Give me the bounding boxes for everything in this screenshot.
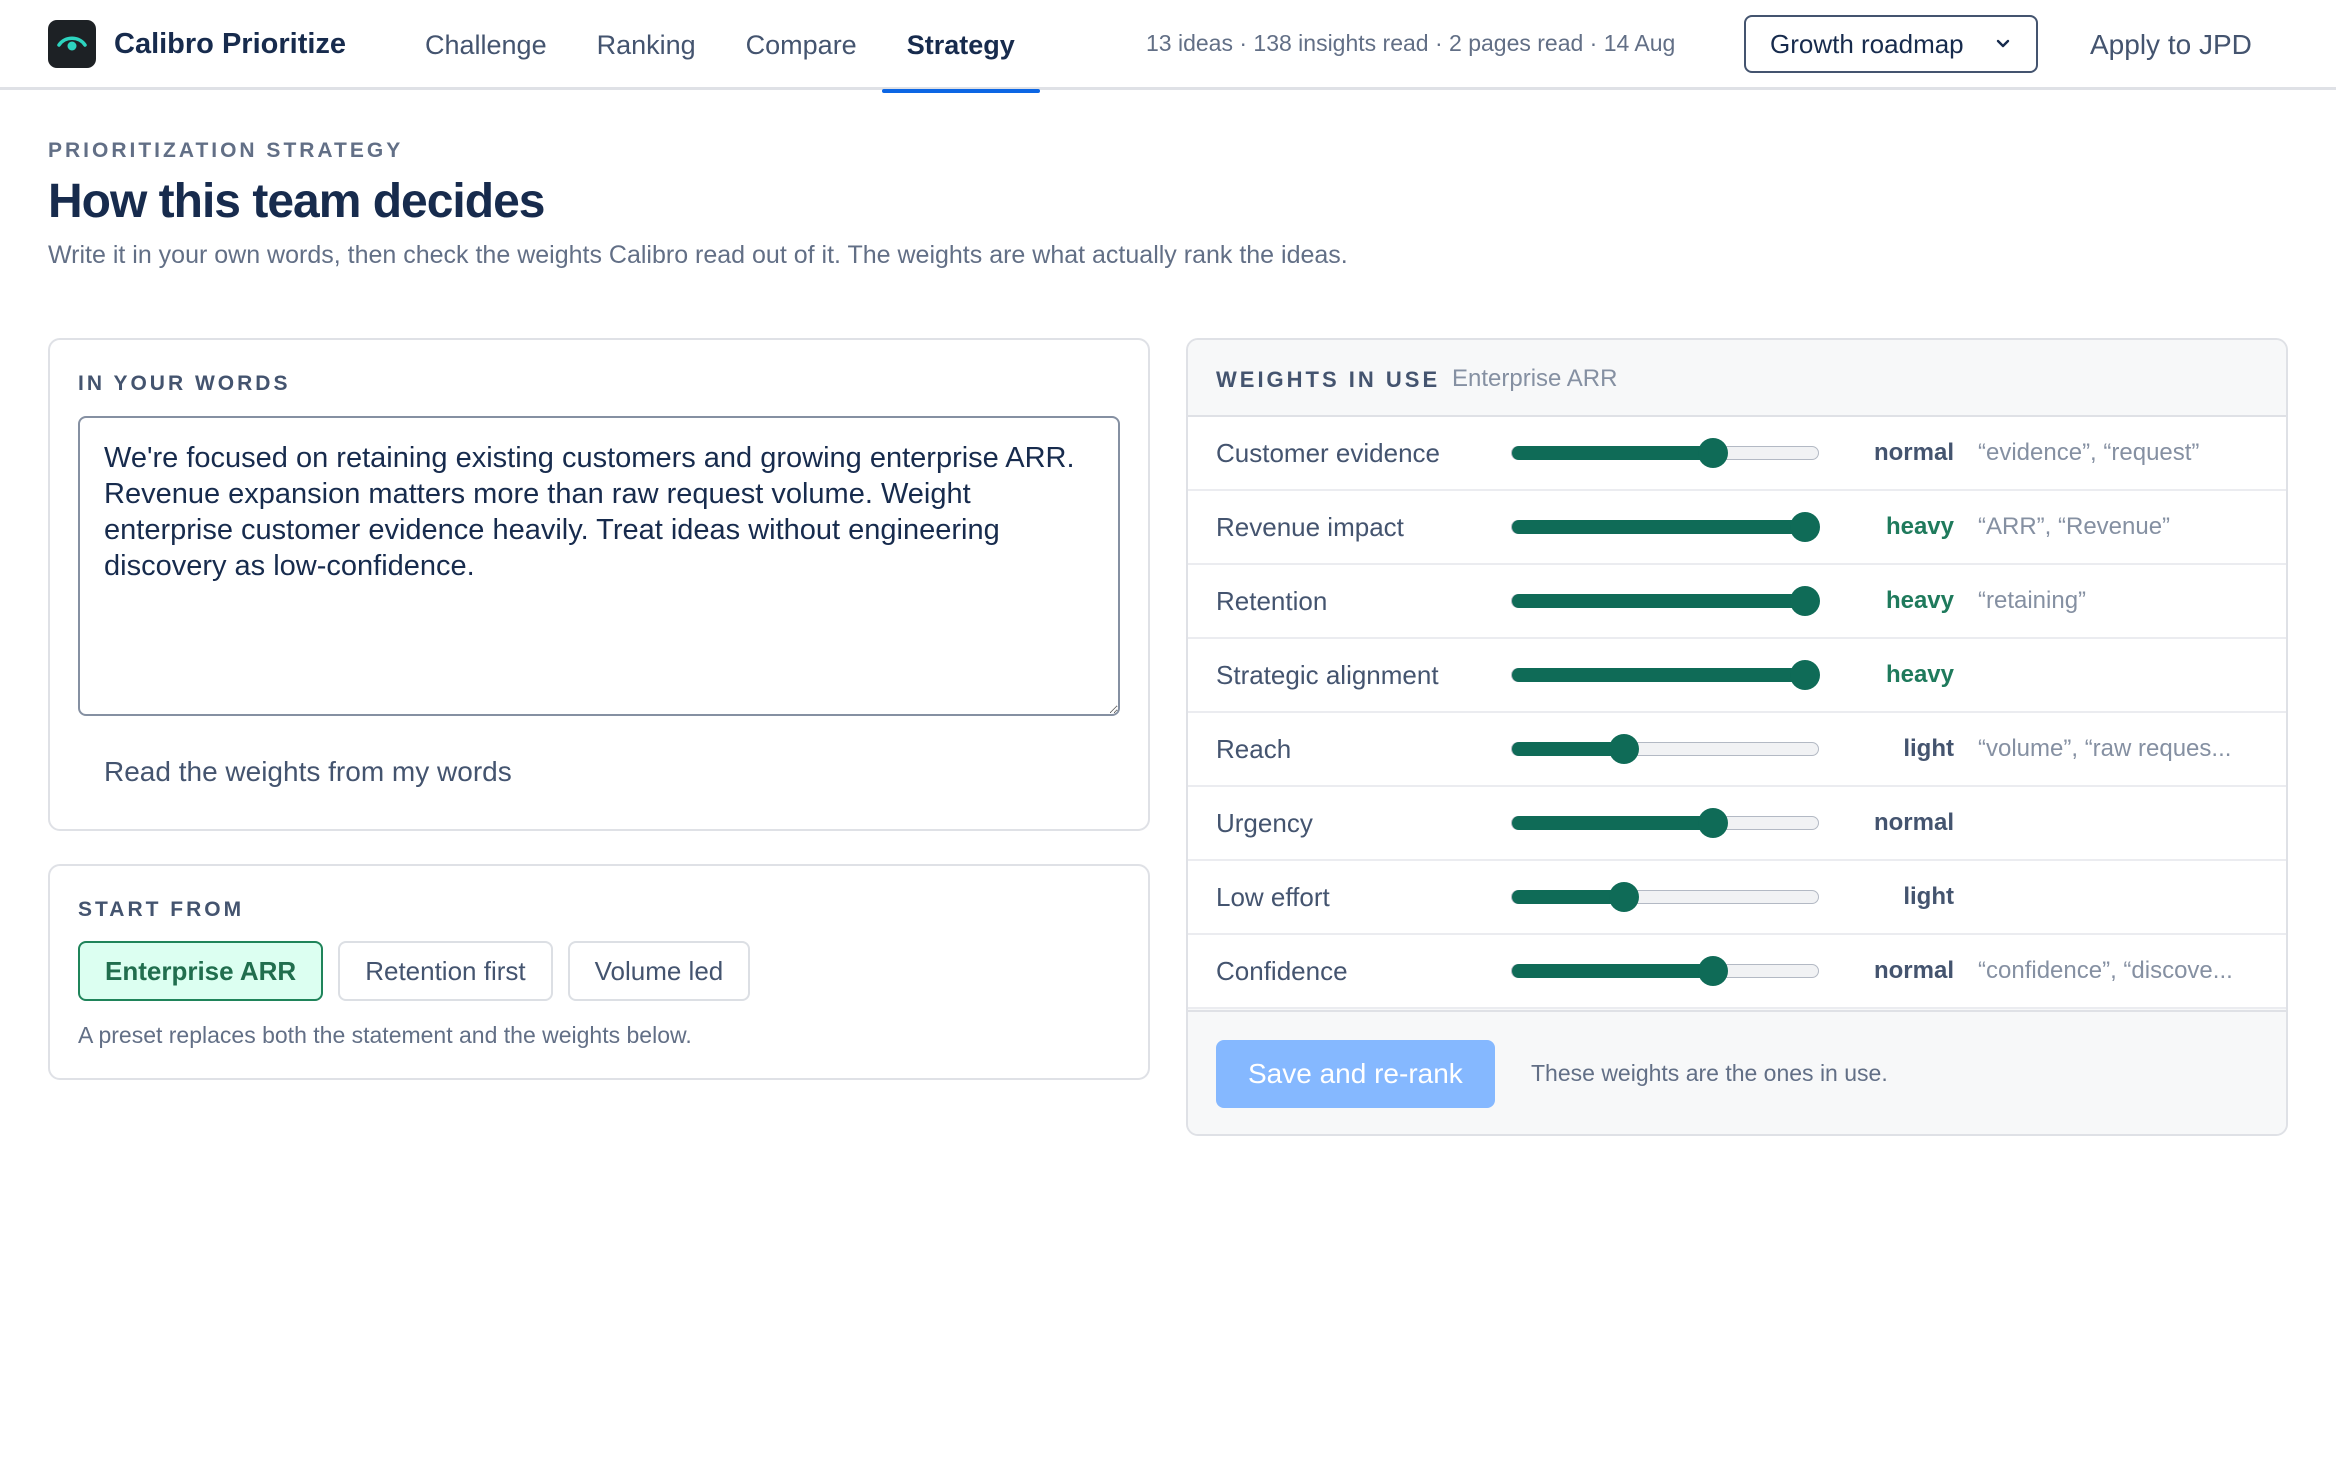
slider-fill (1512, 742, 1625, 756)
preset-enterprise-arr[interactable]: Enterprise ARR (78, 941, 324, 1001)
slider-thumb[interactable] (1609, 882, 1640, 912)
weight-level: normal (1873, 439, 1954, 466)
tab-ranking[interactable]: Ranking (572, 0, 721, 90)
weight-slider[interactable] (1511, 438, 1819, 468)
weight-row-strategic-alignment: Strategic alignment heavy (1188, 639, 2286, 713)
slider-fill (1512, 964, 1714, 978)
weight-slider[interactable] (1511, 734, 1819, 764)
tab-challenge[interactable]: Challenge (400, 0, 572, 90)
weight-name: Urgency (1216, 807, 1313, 838)
weight-keywords: “ARR”, “Revenue” (1978, 513, 2171, 540)
weight-name: Revenue impact (1216, 511, 1404, 542)
weight-level: heavy (1885, 587, 1954, 614)
weights-preset-name: Enterprise ARR (1452, 365, 1618, 392)
weight-slider[interactable] (1511, 808, 1819, 838)
weight-keywords: “evidence”, “request” (1978, 439, 2200, 466)
weight-slider[interactable] (1511, 956, 1819, 986)
slider-thumb[interactable] (1698, 808, 1729, 838)
weight-row-urgency: Urgency normal (1188, 787, 2286, 861)
slider-thumb[interactable] (1790, 586, 1820, 616)
weight-name: Reach (1216, 733, 1292, 764)
weight-keywords (1978, 861, 2268, 933)
weight-row-revenue-impact: Revenue impact heavy “ARR”, “Revenue” (1188, 491, 2286, 565)
weights-label: WEIGHTS IN USE (1216, 367, 1441, 392)
tab-compare[interactable]: Compare (721, 0, 882, 90)
weight-keywords: “retaining” (1978, 587, 2087, 614)
weight-level: light (1903, 735, 1954, 762)
weight-slider[interactable] (1511, 586, 1820, 616)
weight-slider[interactable] (1511, 660, 1820, 690)
slider-fill (1512, 594, 1805, 608)
slider-thumb[interactable] (1698, 438, 1729, 468)
weight-name: Low effort (1216, 881, 1330, 912)
preset-retention-first[interactable]: Retention first (338, 941, 553, 1001)
summary-stats: 13 ideas · 138 insights read · 2 pages r… (1146, 30, 1676, 56)
weight-keywords (1978, 639, 2268, 711)
in-your-words-label: IN YOUR WORDS (78, 372, 291, 395)
weight-slider[interactable] (1511, 512, 1820, 542)
brand-name: Calibro Prioritize (114, 27, 347, 60)
save-and-rerank-button[interactable]: Save and re-rank (1216, 1040, 1495, 1108)
start-from-card: START FROM Enterprise ARR Retention firs… (48, 864, 1150, 1080)
weight-level: normal (1873, 957, 1954, 984)
weight-level: light (1903, 883, 1954, 910)
weight-row-low-effort: Low effort light (1188, 861, 2286, 935)
weight-level: normal (1873, 809, 1954, 836)
weight-level: heavy (1885, 661, 1954, 688)
top-bar: Calibro Prioritize Challenge Ranking Com… (0, 0, 2336, 93)
slider-fill (1512, 520, 1805, 534)
preset-group: Enterprise ARR Retention first Volume le… (78, 941, 765, 1001)
weights-list: Customer evidence normal “evidence”, “re… (1188, 417, 2286, 1009)
weights-footer: Save and re-rank These weights are the o… (1188, 1010, 2286, 1134)
strategy-statement-input[interactable]: We're focused on retaining existing cust… (78, 416, 1120, 716)
tab-strategy[interactable]: Strategy (881, 0, 1040, 93)
weight-row-confidence: Confidence normal “confidence”, “discove… (1188, 935, 2286, 1009)
roadmap-select-value: Growth roadmap (1770, 28, 1964, 59)
preset-note: A preset replaces both the statement and… (78, 1022, 692, 1048)
roadmap-select[interactable]: Growth roadmap (1744, 15, 2038, 73)
weight-row-reach: Reach light “volume”, “raw reques... (1188, 713, 2286, 787)
read-weights-button[interactable]: Read the weights from my words (78, 740, 538, 804)
weight-name: Customer evidence (1216, 437, 1440, 468)
page-description: Write it in your own words, then check t… (48, 241, 1348, 269)
brand[interactable]: Calibro Prioritize (48, 20, 346, 68)
weights-footer-note: These weights are the ones in use. (1531, 1060, 1888, 1086)
slider-fill (1512, 890, 1625, 904)
weight-row-retention: Retention heavy “retaining” (1188, 565, 2286, 639)
weight-name: Retention (1216, 585, 1328, 616)
slider-thumb[interactable] (1790, 512, 1820, 542)
weight-slider[interactable] (1511, 882, 1819, 912)
weight-row-customer-evidence: Customer evidence normal “evidence”, “re… (1188, 417, 2286, 491)
in-your-words-card: IN YOUR WORDS We're focused on retaining… (48, 338, 1150, 831)
slider-fill (1512, 816, 1714, 830)
weights-header: WEIGHTS IN USE Enterprise ARR (1188, 340, 2286, 417)
weight-name: Strategic alignment (1216, 659, 1439, 690)
preset-volume-led[interactable]: Volume led (567, 941, 751, 1001)
page-eyebrow: PRIORITIZATION STRATEGY (48, 139, 404, 162)
slider-thumb[interactable] (1790, 660, 1820, 690)
page-title: How this team decides (48, 175, 545, 228)
slider-fill (1512, 668, 1805, 682)
weight-level: heavy (1885, 513, 1954, 540)
weight-name: Confidence (1216, 955, 1348, 986)
weight-keywords (1978, 787, 2268, 859)
slider-fill (1512, 446, 1714, 460)
apply-to-jpd-button[interactable]: Apply to JPD (2076, 16, 2266, 74)
chevron-down-icon (1994, 38, 2012, 50)
main-tabs: Challenge Ranking Compare Strategy (400, 0, 1040, 93)
start-from-label: START FROM (78, 898, 245, 921)
slider-thumb[interactable] (1698, 956, 1729, 986)
weights-card: WEIGHTS IN USE Enterprise ARR Customer e… (1186, 338, 2288, 1136)
eye-icon (48, 20, 96, 68)
weight-keywords: “volume”, “raw reques... (1978, 735, 2232, 762)
slider-thumb[interactable] (1609, 734, 1640, 764)
weight-keywords: “confidence”, “discove... (1978, 957, 2233, 984)
